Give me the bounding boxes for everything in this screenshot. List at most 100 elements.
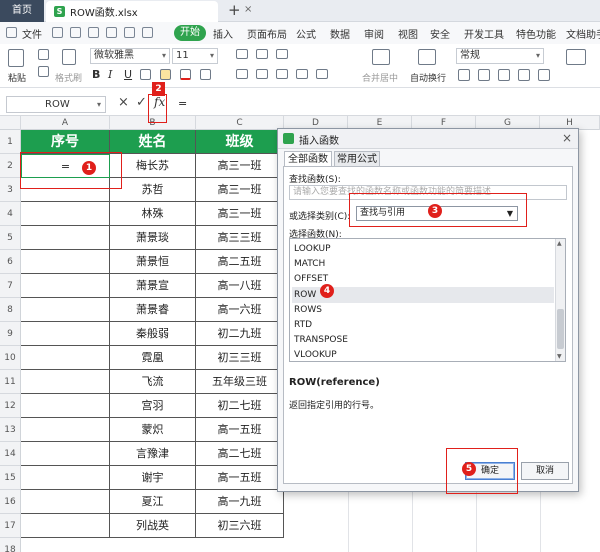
justify-icon[interactable] — [296, 69, 308, 79]
formula-input[interactable]: = — [178, 97, 187, 110]
wrap-text-icon[interactable] — [418, 49, 436, 65]
menu-developer[interactable]: 开发工具 — [464, 26, 504, 41]
index-cell[interactable] — [21, 418, 110, 442]
header-cell-class[interactable]: 班级 — [196, 130, 284, 154]
row-header[interactable]: 12 — [0, 394, 21, 418]
italic-button[interactable]: I — [108, 68, 112, 81]
wrap-label[interactable]: 自动换行 — [410, 71, 446, 84]
close-tab-icon[interactable]: × — [244, 4, 252, 15]
menu-view[interactable]: 视图 — [398, 26, 418, 41]
menu-security[interactable]: 安全 — [430, 26, 450, 41]
header-cell-index[interactable]: 序号 — [21, 130, 110, 154]
index-cell[interactable] — [21, 370, 110, 394]
row-header[interactable]: 13 — [0, 418, 21, 442]
align-top-icon[interactable] — [236, 49, 248, 59]
name-cell[interactable]: 秦般弱 — [110, 322, 196, 346]
menu-data[interactable]: 数据 — [330, 26, 350, 41]
index-cell[interactable] — [21, 298, 110, 322]
row-header[interactable]: 17 — [0, 514, 21, 538]
row-header[interactable]: 15 — [0, 466, 21, 490]
tab-common-formulas[interactable]: 常用公式 — [334, 151, 380, 167]
row-header[interactable]: 18 — [0, 538, 21, 552]
decrease-decimal-icon[interactable] — [538, 69, 550, 81]
function-list[interactable]: LOOKUP MATCH OFFSET ROW ROWS RTD TRANSPOSE VLOO… — [289, 238, 566, 362]
name-cell[interactable]: 林殊 — [110, 202, 196, 226]
function-item[interactable]: TRANSPOSE — [292, 332, 554, 348]
currency-icon[interactable] — [458, 69, 470, 81]
function-item[interactable]: MATCH — [292, 256, 554, 272]
name-cell[interactable]: 蒙炽 — [110, 418, 196, 442]
border-icon[interactable] — [140, 69, 151, 80]
row-header[interactable]: 7 — [0, 274, 21, 298]
index-cell[interactable] — [21, 250, 110, 274]
format-painter-icon[interactable] — [62, 49, 76, 65]
underline-button[interactable]: U — [124, 68, 132, 81]
align-bottom-icon[interactable] — [276, 49, 288, 59]
increase-decimal-icon[interactable] — [518, 69, 530, 81]
name-cell[interactable]: 言豫津 — [110, 442, 196, 466]
class-cell[interactable]: 高一六班 — [196, 298, 284, 322]
name-cell[interactable]: 列战英 — [110, 514, 196, 538]
scroll-down-icon[interactable]: ▼ — [557, 353, 562, 360]
save-icon[interactable] — [52, 27, 63, 38]
fill-color-icon[interactable] — [160, 69, 171, 80]
align-left-icon[interactable] — [236, 69, 248, 79]
class-cell[interactable]: 高一五班 — [196, 418, 284, 442]
name-cell[interactable]: 苏哲 — [110, 178, 196, 202]
name-cell[interactable]: 萧景睿 — [110, 298, 196, 322]
bold-button[interactable]: B — [92, 68, 100, 81]
align-middle-icon[interactable] — [256, 49, 268, 59]
paste-icon[interactable] — [8, 49, 24, 67]
menu-page-layout[interactable]: 页面布局 — [247, 26, 287, 41]
class-cell[interactable]: 高一九班 — [196, 490, 284, 514]
clear-format-icon[interactable] — [200, 69, 211, 80]
function-list-scrollbar[interactable]: ▲ ▼ — [555, 239, 565, 361]
name-cell[interactable]: 梅长苏 — [110, 154, 196, 178]
name-cell[interactable]: 霓凰 — [110, 346, 196, 370]
menu-special[interactable]: 特色功能 — [516, 26, 556, 41]
add-tab-icon[interactable]: + — [228, 1, 241, 19]
menu-insert[interactable]: 插入 — [213, 26, 233, 41]
index-cell[interactable] — [21, 274, 110, 298]
print-icon[interactable] — [88, 27, 99, 38]
select-all-corner[interactable] — [0, 116, 21, 130]
dialog-title-bar[interactable]: 插入函数 × — [278, 129, 578, 149]
scroll-up-icon[interactable]: ▲ — [557, 240, 562, 247]
row-header[interactable]: 4 — [0, 202, 21, 226]
name-cell[interactable]: 飞流 — [110, 370, 196, 394]
dialog-close-icon[interactable]: × — [562, 131, 572, 145]
function-item[interactable]: LOOKUP — [292, 241, 554, 257]
font-name-select[interactable]: 微软雅黑 ▾ — [90, 48, 170, 64]
row-header[interactable]: 5 — [0, 226, 21, 250]
index-cell[interactable] — [21, 346, 110, 370]
menu-doc-assistant[interactable]: 文档助手 — [566, 26, 600, 41]
function-item[interactable]: ROWS — [292, 302, 554, 318]
menu-formulas[interactable]: 公式 — [296, 26, 316, 41]
conditional-format-icon[interactable] — [566, 49, 586, 65]
name-cell[interactable]: 夏江 — [110, 490, 196, 514]
menu-file[interactable]: 文件 — [22, 26, 42, 41]
format-painter-label[interactable]: 格式刷 — [55, 71, 82, 84]
align-center-icon[interactable] — [256, 69, 268, 79]
file-tab[interactable]: S ROW函数.xlsx × — [46, 1, 252, 22]
confirm-formula-icon[interactable]: ✓ — [136, 95, 147, 110]
menu-start[interactable]: 开始 — [174, 25, 206, 41]
name-cell[interactable]: 宫羽 — [110, 394, 196, 418]
class-cell[interactable]: 高一八班 — [196, 274, 284, 298]
copy-icon[interactable] — [38, 66, 49, 77]
class-cell[interactable]: 高三一班 — [196, 178, 284, 202]
index-cell[interactable] — [21, 490, 110, 514]
row-header[interactable]: 2 — [0, 154, 21, 178]
cancel-button[interactable]: 取消 — [521, 462, 569, 480]
row-header[interactable]: 6 — [0, 250, 21, 274]
home-tab[interactable]: 首页 — [0, 0, 44, 22]
name-cell[interactable]: 萧景琰 — [110, 226, 196, 250]
function-item[interactable]: VLOOKUP — [292, 347, 554, 361]
name-cell[interactable]: 谢宇 — [110, 466, 196, 490]
row-header[interactable]: 11 — [0, 370, 21, 394]
menu-review[interactable]: 审阅 — [364, 26, 384, 41]
class-cell[interactable]: 高一五班 — [196, 466, 284, 490]
number-format-select[interactable]: 常规 ▾ — [456, 48, 544, 64]
align-right-icon[interactable] — [276, 69, 288, 79]
font-color-icon[interactable] — [180, 69, 191, 80]
